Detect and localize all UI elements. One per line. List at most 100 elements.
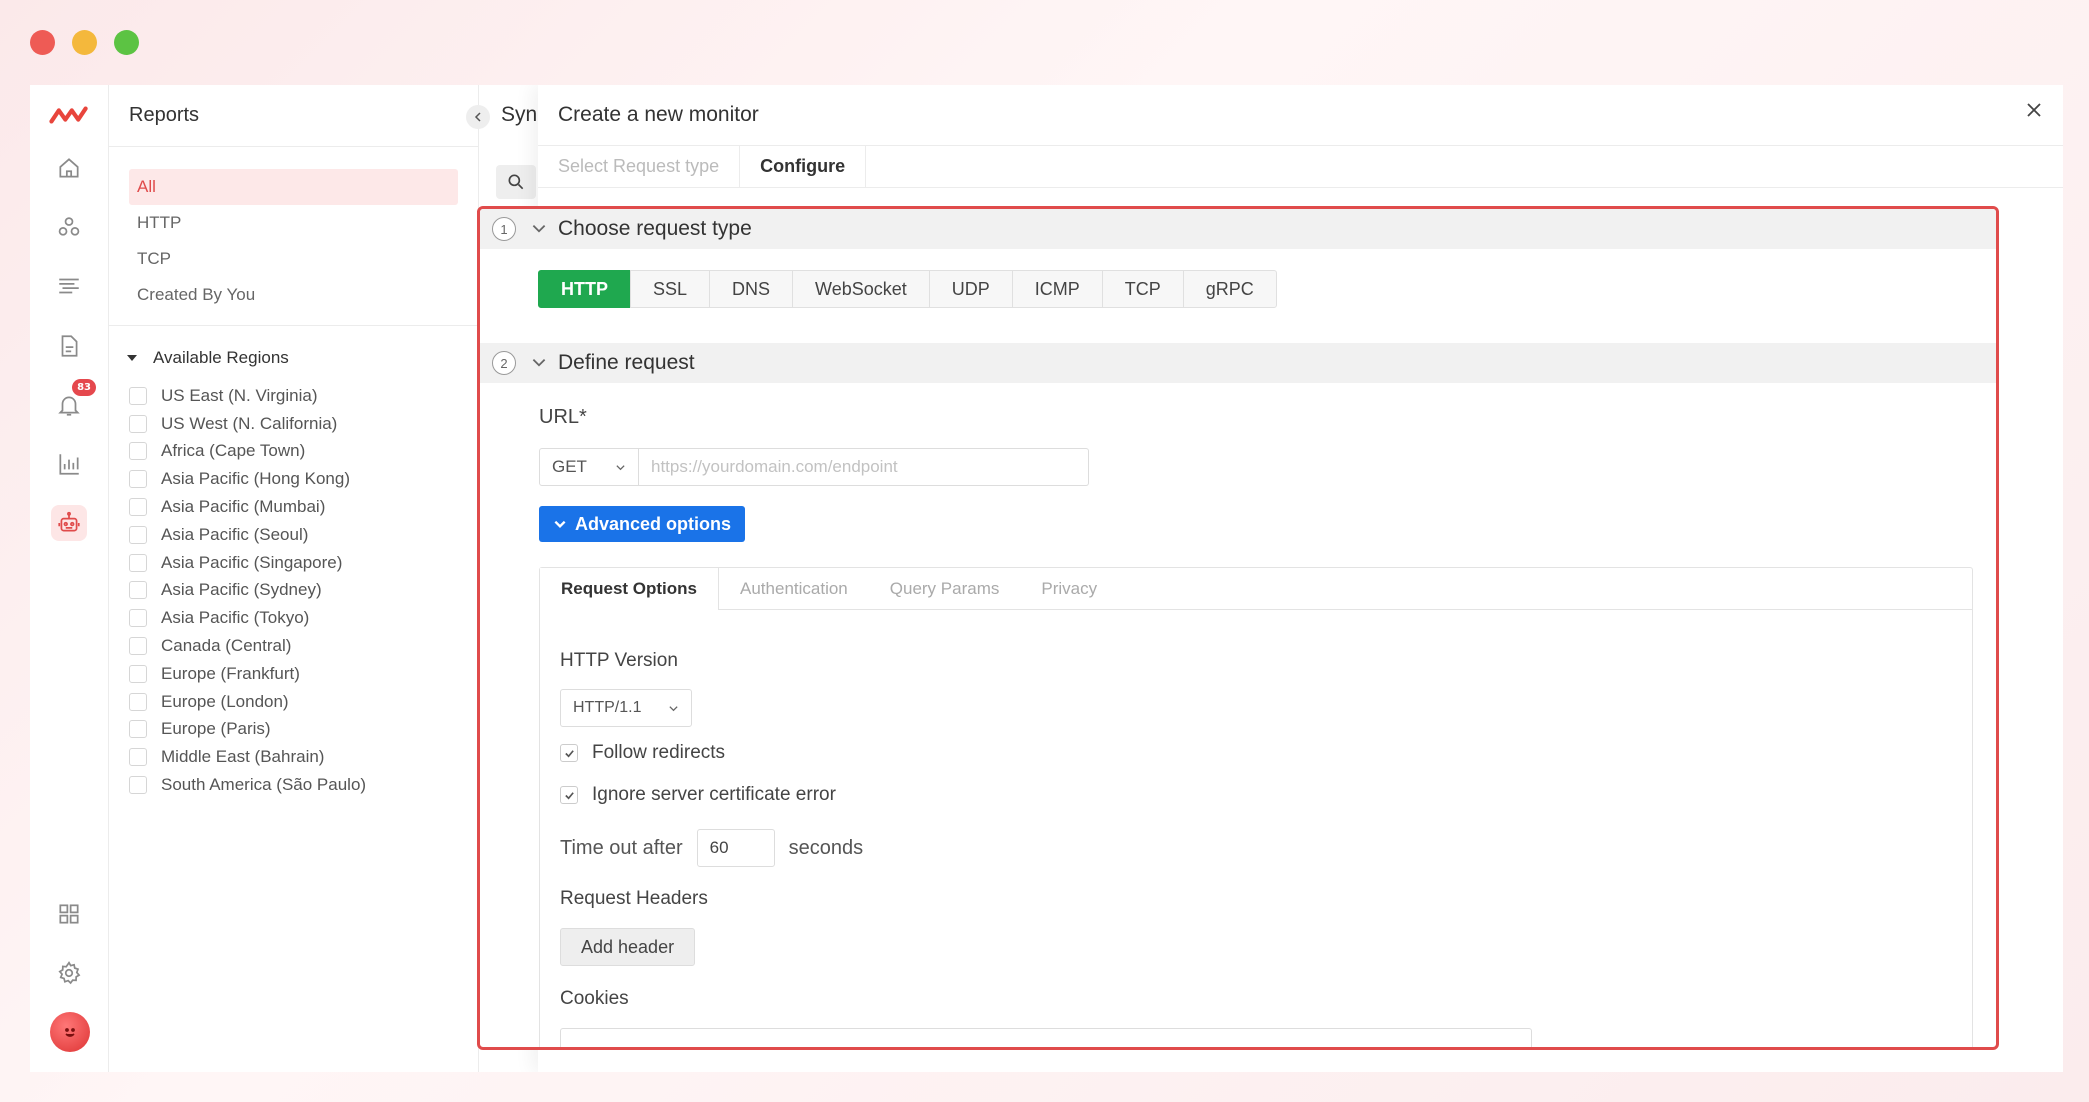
window-close-button[interactable] xyxy=(30,30,55,55)
follow-redirects-checkbox[interactable] xyxy=(560,744,578,762)
step-number: 1 xyxy=(492,217,516,241)
follow-redirects-row[interactable]: Follow redirects xyxy=(560,742,725,764)
request-type-icmp[interactable]: ICMP xyxy=(1011,270,1103,308)
tab-query-params[interactable]: Query Params xyxy=(869,568,1021,609)
region-checkbox[interactable] xyxy=(129,470,147,489)
ignore-cert-row[interactable]: Ignore server certificate error xyxy=(560,784,836,806)
region-checkbox[interactable] xyxy=(129,748,147,767)
region-item[interactable]: Asia Pacific (Hong Kong) xyxy=(109,465,478,493)
region-checkbox[interactable] xyxy=(129,664,147,683)
window-minimize-button[interactable] xyxy=(72,30,97,55)
window-zoom-button[interactable] xyxy=(114,30,139,55)
region-checkbox[interactable] xyxy=(129,720,147,739)
request-type-udp[interactable]: UDP xyxy=(928,270,1013,308)
region-checkbox[interactable] xyxy=(129,442,147,461)
close-drawer-button[interactable] xyxy=(2019,95,2049,125)
region-checkbox[interactable] xyxy=(129,414,147,433)
available-regions-header[interactable]: Available Regions xyxy=(109,326,478,382)
cookies-input[interactable] xyxy=(560,1028,1532,1047)
brand-logo-icon[interactable] xyxy=(48,98,90,132)
region-item[interactable]: Asia Pacific (Mumbai) xyxy=(109,493,478,521)
region-checkbox[interactable] xyxy=(129,581,147,600)
chart-icon[interactable] xyxy=(52,447,86,481)
region-label: Asia Pacific (Sydney) xyxy=(161,580,322,600)
step-choose-request-type-header[interactable]: 1 Choose request type xyxy=(480,209,1996,249)
region-label: Europe (Paris) xyxy=(161,719,271,739)
region-label: Asia Pacific (Seoul) xyxy=(161,524,309,544)
timeout-suffix-label: seconds xyxy=(788,836,864,859)
tab-privacy[interactable]: Privacy xyxy=(1020,568,1118,609)
region-item[interactable]: Asia Pacific (Seoul) xyxy=(109,521,478,549)
region-item[interactable]: South America (São Paulo) xyxy=(109,771,478,799)
url-input[interactable] xyxy=(639,448,1089,486)
region-item[interactable]: Canada (Central) xyxy=(109,632,478,660)
chevron-down-icon xyxy=(532,358,546,367)
request-type-websocket[interactable]: WebSocket xyxy=(792,270,930,308)
region-label: Africa (Cape Town) xyxy=(161,441,306,461)
robot-icon[interactable] xyxy=(51,505,87,541)
region-checkbox[interactable] xyxy=(129,776,147,795)
ignore-cert-label: Ignore server certificate error xyxy=(592,784,836,805)
region-checkbox[interactable] xyxy=(129,553,147,572)
chevron-left-icon xyxy=(474,112,481,122)
region-label: Asia Pacific (Tokyo) xyxy=(161,608,310,628)
filter-http[interactable]: HTTP xyxy=(129,205,458,241)
app-window: 83 Reports All HTTP TCP Created By You A… xyxy=(30,85,2063,1072)
request-type-grpc[interactable]: gRPC xyxy=(1182,270,1277,308)
region-checkbox[interactable] xyxy=(129,498,147,517)
report-icon[interactable] xyxy=(52,329,86,363)
request-type-ssl[interactable]: SSL xyxy=(630,270,711,308)
tab-authentication[interactable]: Authentication xyxy=(719,568,869,609)
bell-icon[interactable]: 83 xyxy=(52,379,96,422)
advanced-options-label: Advanced options xyxy=(575,513,732,534)
region-item[interactable]: US East (N. Virginia) xyxy=(109,382,478,410)
region-checkbox[interactable] xyxy=(129,609,147,628)
region-item[interactable]: Europe (Paris) xyxy=(109,716,478,744)
filter-created-by-you[interactable]: Created By You xyxy=(129,277,458,313)
grid-icon[interactable] xyxy=(52,897,86,931)
logs-icon[interactable] xyxy=(52,269,86,303)
tab-configure[interactable]: Configure xyxy=(740,145,867,187)
chevron-down-icon xyxy=(554,520,566,528)
notification-count-badge: 83 xyxy=(72,379,96,396)
region-item[interactable]: Europe (Frankfurt) xyxy=(109,660,478,688)
home-icon[interactable] xyxy=(52,151,86,185)
http-version-select[interactable]: HTTP/1.1 xyxy=(560,689,692,727)
search-button[interactable] xyxy=(496,165,536,199)
advanced-options-button[interactable]: Advanced options xyxy=(539,506,746,542)
region-item[interactable]: Asia Pacific (Sydney) xyxy=(109,577,478,605)
region-item[interactable]: Middle East (Bahrain) xyxy=(109,743,478,771)
user-avatar[interactable] xyxy=(50,1012,90,1052)
region-label: Asia Pacific (Singapore) xyxy=(161,552,343,572)
region-checkbox[interactable] xyxy=(129,692,147,711)
request-type-http[interactable]: HTTP xyxy=(538,270,631,308)
region-label: Asia Pacific (Hong Kong) xyxy=(161,469,350,489)
http-method-select[interactable]: GET xyxy=(539,448,639,486)
chevron-down-icon xyxy=(616,464,625,470)
filter-all[interactable]: All xyxy=(129,169,458,205)
region-checkbox[interactable] xyxy=(129,525,147,544)
request-type-tcp[interactable]: TCP xyxy=(1101,270,1184,308)
tab-request-options[interactable]: Request Options xyxy=(540,568,720,610)
ignore-cert-checkbox[interactable] xyxy=(560,786,578,804)
gear-icon[interactable] xyxy=(52,956,86,990)
page-title-partial: Syn xyxy=(501,103,538,126)
add-header-button[interactable]: Add header xyxy=(560,928,696,966)
request-type-dns[interactable]: DNS xyxy=(709,270,794,308)
step-define-request-header[interactable]: 2 Define request xyxy=(480,343,1996,383)
region-checkbox[interactable] xyxy=(129,386,147,405)
region-item[interactable]: Asia Pacific (Tokyo) xyxy=(109,604,478,632)
region-item[interactable]: Asia Pacific (Singapore) xyxy=(109,549,478,577)
filter-tcp[interactable]: TCP xyxy=(129,241,458,277)
region-checkbox[interactable] xyxy=(129,637,147,656)
chevron-down-icon xyxy=(669,705,678,711)
region-label: South America (São Paulo) xyxy=(161,775,367,795)
region-item[interactable]: Africa (Cape Town) xyxy=(109,438,478,466)
collapse-sidebar-button[interactable] xyxy=(466,105,490,129)
integrations-icon[interactable] xyxy=(52,210,86,244)
region-item[interactable]: US West (N. California) xyxy=(109,410,478,438)
region-item[interactable]: Europe (London) xyxy=(109,688,478,716)
tab-select-request-type[interactable]: Select Request type xyxy=(538,145,741,187)
reports-title: Reports xyxy=(109,85,478,147)
timeout-input[interactable] xyxy=(696,829,775,867)
